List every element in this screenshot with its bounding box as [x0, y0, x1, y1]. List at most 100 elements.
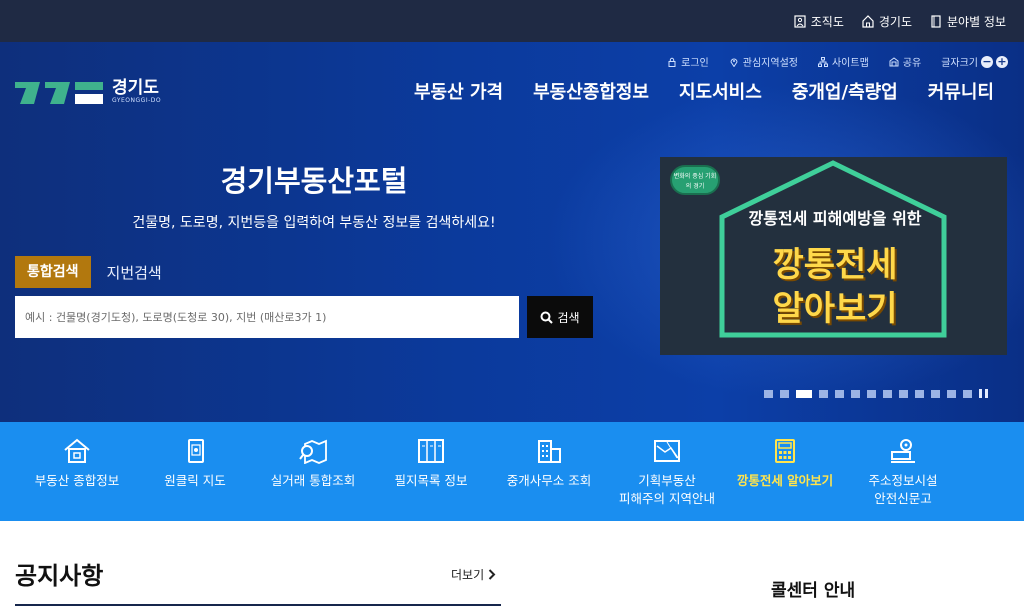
calculator-icon — [775, 439, 795, 463]
search-icon — [540, 311, 554, 324]
map-warning-icon — [654, 440, 680, 462]
banner-title-1: 깡통전세 — [772, 245, 898, 285]
pagination-dot[interactable] — [915, 389, 924, 398]
field-info-label: 분야별 정보 — [946, 14, 1006, 29]
zoom-in-button[interactable]: + — [996, 55, 1008, 68]
house-icon — [64, 438, 90, 463]
building-icon — [538, 440, 561, 463]
hero-description: 건물명, 도로명, 지번등을 입력하여 부동산 정보를 검색하세요! — [132, 215, 496, 231]
nav-map[interactable]: 지도서비스 — [679, 78, 762, 104]
pagination-dot[interactable] — [867, 389, 876, 398]
pagination-dot[interactable] — [764, 389, 773, 398]
quick-item-speculation-warning[interactable]: 기획부동산 피해주의 지역안내 — [608, 422, 726, 521]
quick-item-label: 기획부동산 피해주의 지역안내 — [619, 473, 715, 506]
nav-broker[interactable]: 중개업/측량업 — [792, 78, 898, 104]
banner-subtitle: 깡통전세 피해예방을 위한 — [748, 209, 922, 228]
quick-item-real-estate-info[interactable]: 부동산 종합정보 — [18, 422, 136, 521]
tab-lot-search[interactable]: 지번검색 — [107, 262, 162, 283]
share-label: 공유 — [902, 58, 922, 69]
banner-badge: 변화의 중심 기회의 경기 — [670, 165, 720, 195]
pin-icon — [730, 58, 738, 67]
quick-item-oneclick-map[interactable]: 원클릭 지도 — [136, 422, 254, 521]
book-list-icon — [418, 439, 444, 463]
notice-divider — [15, 604, 501, 606]
quick-item-label: 필지목록 정보 — [394, 473, 468, 488]
banner-pagination — [764, 389, 988, 398]
search-input[interactable] — [15, 296, 519, 338]
quick-item-label: 주소정보시설 안전신문고 — [868, 473, 938, 506]
org-chart-icon — [794, 14, 806, 28]
utility-menu: 로그인 관심지역설정 사이트맵 공유 글자크기 − + — [667, 54, 1008, 69]
tab-integrated-search[interactable]: 통합검색 — [15, 256, 91, 288]
hero-section: 로그인 관심지역설정 사이트맵 공유 글자크기 − + 경기도 GYEONGGI… — [0, 42, 1024, 422]
quick-item-label: 중개사무소 조회 — [506, 473, 592, 488]
nav-community[interactable]: 커뮤니티 — [928, 78, 994, 104]
promo-banner[interactable]: 변화의 중심 기회의 경기 깡통전세 피해예방을 위한 깡통전세 알아보기 — [660, 157, 1007, 355]
quick-item-address-facility-report[interactable]: 주소정보시설 안전신문고 — [844, 422, 962, 521]
share-link[interactable]: 공유 — [889, 54, 921, 69]
share-icon — [889, 56, 899, 66]
gyeonggi-logo[interactable]: 경기도 GYEONGGI-DO — [14, 74, 161, 108]
pagination-dot[interactable] — [819, 389, 828, 398]
quick-item-jeonse-guide[interactable]: 깡통전세 알아보기 — [726, 422, 844, 521]
banner-title-2: 알아보기 — [772, 289, 898, 329]
nav-price[interactable]: 부동산 가격 — [414, 78, 503, 104]
document-icon — [931, 14, 941, 28]
pagination-dot[interactable] — [963, 389, 972, 398]
chevron-right-icon — [488, 569, 496, 580]
org-chart-label: 조직도 — [810, 14, 844, 29]
lock-icon — [668, 57, 676, 67]
mobile-map-icon — [188, 439, 204, 463]
pagination-dot[interactable] — [780, 389, 789, 398]
more-label: 더보기 — [451, 568, 485, 582]
pagination-dot[interactable] — [899, 389, 908, 398]
login-label: 로그인 — [681, 58, 709, 69]
org-chart-link[interactable]: 조직도 — [794, 13, 844, 30]
callcenter-title: 콜센터 안내 — [771, 581, 856, 601]
page-title: 경기부동산포털 — [220, 164, 408, 198]
quick-menu: 부동산 종합정보 원클릭 지도 실거래 통합조회 필지목록 정보 중개사무소 조… — [0, 422, 1024, 521]
home-icon — [862, 14, 874, 28]
search-tabs: 통합검색 지번검색 — [15, 256, 162, 288]
logo-name: 경기도 — [112, 77, 159, 98]
search-button-label: 검색 — [557, 310, 580, 325]
field-info-link[interactable]: 분야별 정보 — [930, 13, 1006, 30]
quick-item-label: 원클릭 지도 — [164, 473, 226, 488]
quick-item-label: 깡통전세 알아보기 — [736, 473, 834, 488]
gyeonggi-label: 경기도 — [878, 14, 912, 29]
more-link[interactable]: 더보기 — [451, 566, 496, 583]
sitemap-icon — [817, 56, 828, 67]
font-size-control: 글자크기 − + — [941, 54, 1008, 69]
pagination-dot[interactable] — [931, 389, 940, 398]
quick-item-parcel-list[interactable]: 필지목록 정보 — [372, 422, 490, 521]
notice-title: 공지사항 — [15, 562, 104, 590]
pagination-dot[interactable] — [851, 389, 860, 398]
top-utility-bar: 조직도 경기도 분야별 정보 — [0, 0, 1024, 42]
sitemap-link[interactable]: 사이트맵 — [817, 54, 869, 69]
logo-mark-icon — [15, 82, 103, 104]
main-navigation: 부동산 가격 부동산종합정보 지도서비스 중개업/측량업 커뮤니티 — [414, 78, 994, 104]
location-board-icon — [891, 439, 915, 463]
nav-info[interactable]: 부동산종합정보 — [533, 78, 649, 104]
quick-item-transaction-search[interactable]: 실거래 통합조회 — [254, 422, 372, 521]
pause-icon[interactable] — [979, 389, 988, 398]
login-link[interactable]: 로그인 — [667, 54, 709, 69]
pagination-dot[interactable] — [883, 389, 892, 398]
zoom-out-button[interactable]: − — [981, 55, 993, 68]
quick-item-label: 실거래 통합조회 — [270, 473, 356, 488]
logo-text: 경기도 GYEONGGI-DO — [112, 79, 161, 104]
quick-item-broker-office[interactable]: 중개사무소 조회 — [490, 422, 608, 521]
pagination-dot[interactable] — [947, 389, 956, 398]
search-button[interactable]: 검색 — [527, 296, 593, 338]
interest-area-label: 관심지역설정 — [742, 58, 798, 69]
interest-area-link[interactable]: 관심지역설정 — [729, 54, 798, 69]
pagination-dot[interactable] — [835, 389, 844, 398]
quick-item-label: 부동산 종합정보 — [34, 473, 120, 488]
gyeonggi-link[interactable]: 경기도 — [862, 13, 912, 30]
logo-sub: GYEONGGI-DO — [112, 96, 162, 104]
pagination-dot-active[interactable] — [796, 389, 812, 398]
map-search-icon — [299, 439, 327, 464]
font-size-label: 글자크기 — [941, 58, 978, 69]
top-links: 조직도 경기도 분야별 정보 — [794, 0, 1006, 42]
sitemap-label: 사이트맵 — [831, 58, 869, 69]
